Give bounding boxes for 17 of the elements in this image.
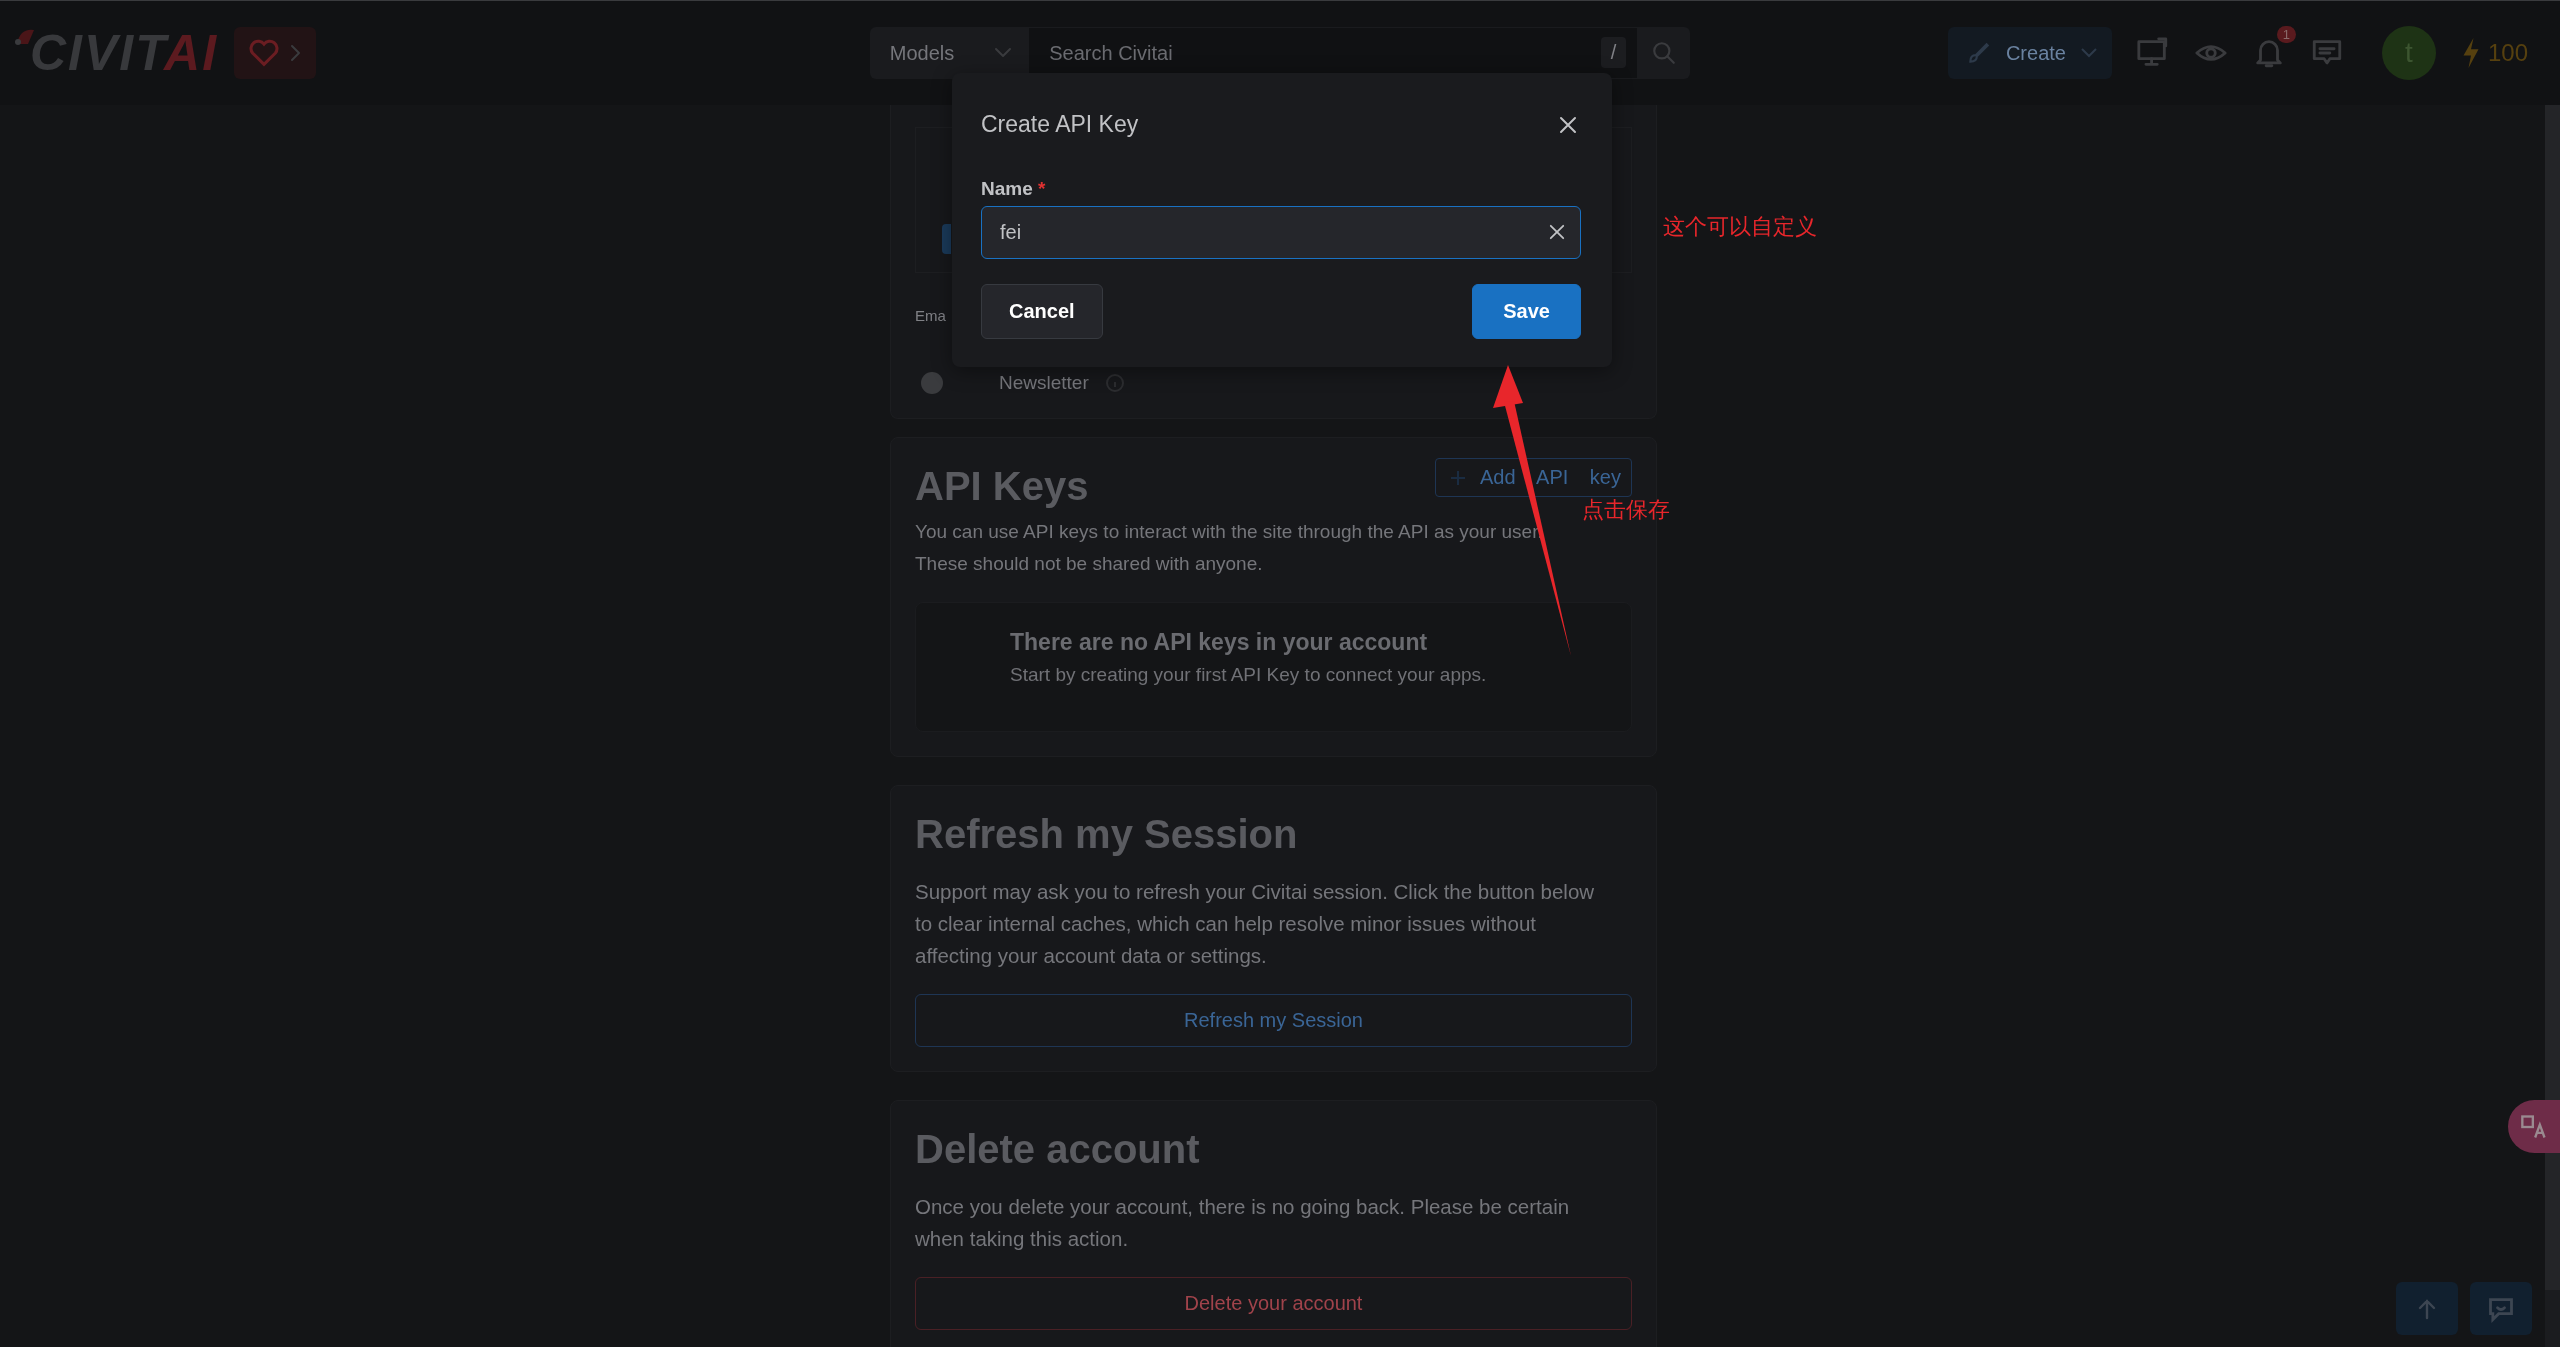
dialog-title: Create API Key bbox=[981, 111, 1139, 138]
notification-badge: 1 bbox=[2276, 26, 2296, 43]
section-heading: Refresh my Session bbox=[915, 812, 1299, 856]
empty-state-title: There are no API keys in your account bbox=[1010, 628, 1429, 657]
annotation-text: 点击保存 bbox=[1582, 499, 1670, 521]
newsletter-label: Newsletter bbox=[999, 372, 1089, 394]
description-text: Support may ask you to refresh your Civitai session. Click the button below to clear internal caches, which can help resolve minor issues without affecting your account data or settings. bbox=[915, 879, 1595, 969]
description-text: Once you delete your account, there is no going back. Please be certain when taking this action. bbox=[915, 1194, 1571, 1252]
section-heading: API Keys bbox=[915, 464, 1089, 508]
field-label: Ema bbox=[915, 307, 946, 324]
field-label: Name * bbox=[981, 178, 1047, 200]
section-heading: Delete account bbox=[915, 1127, 1201, 1171]
empty-state-text: Start by creating your first API Key to connect your apps. bbox=[1010, 663, 1488, 687]
annotation-text: 这个可以自定义 bbox=[1663, 216, 1817, 238]
shortcut-key: / bbox=[1600, 37, 1627, 68]
description-text: These should not be shared with anyone. bbox=[915, 552, 1264, 576]
buzz-balance: 100 bbox=[2487, 39, 2528, 67]
